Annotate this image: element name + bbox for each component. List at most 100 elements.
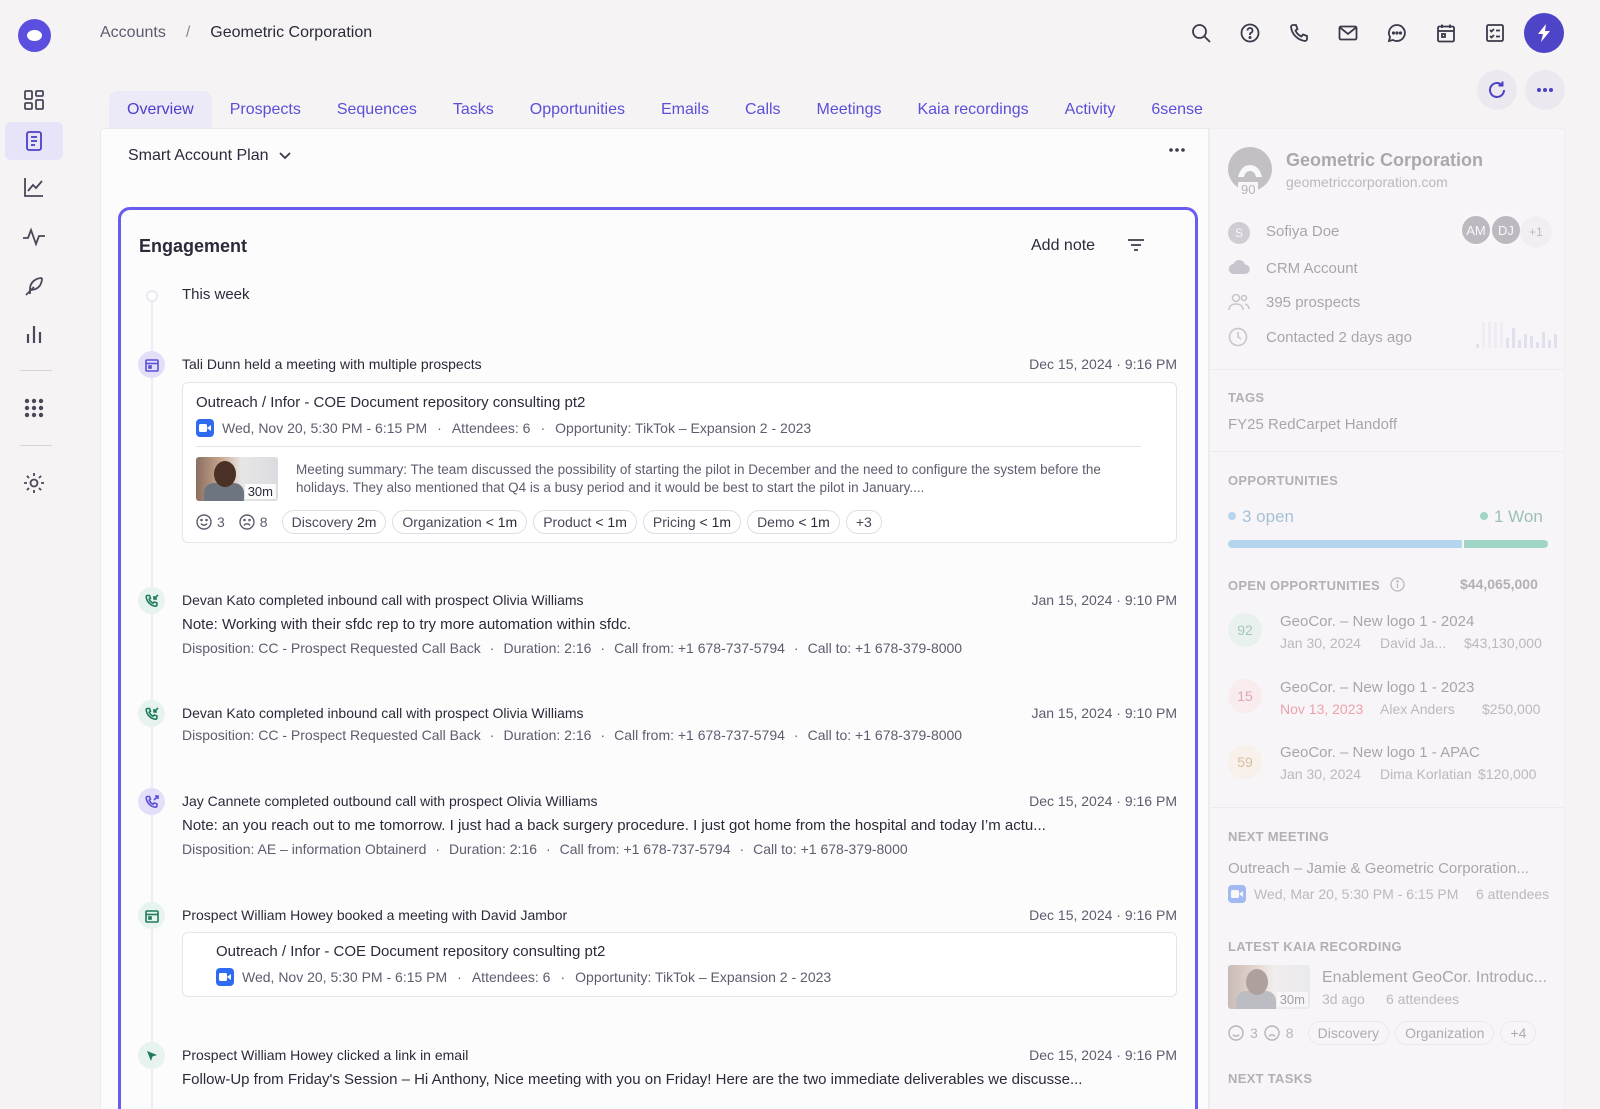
topic-chip[interactable]: Product < 1m: [533, 510, 637, 534]
tab-overview[interactable]: Overview: [109, 91, 212, 129]
tab-kaia-recordings[interactable]: Kaia recordings: [899, 91, 1046, 129]
filter-icon[interactable]: [1127, 238, 1145, 252]
avatar[interactable]: DJ: [1490, 214, 1522, 246]
smart-account-plan-dropdown[interactable]: Smart Account Plan: [128, 147, 291, 165]
avatar[interactable]: AM: [1460, 214, 1492, 246]
recording-thumbnail[interactable]: 30m: [1228, 965, 1310, 1009]
engagement-panel: Engagement Add note This week Tali Dunn …: [118, 207, 1198, 1109]
separator: ·: [457, 969, 462, 985]
opportunity-amount: $250,000: [1482, 701, 1541, 717]
event-time: Jan 15, 2024 · 9:10 PM: [1031, 592, 1177, 608]
refresh-icon[interactable]: [1477, 70, 1517, 110]
plan-selector-label: Smart Account Plan: [128, 147, 269, 164]
topic-chip[interactable]: Organization: [1395, 1021, 1495, 1045]
email-preview[interactable]: Follow-Up from Friday's Session – Hi Ant…: [182, 1071, 1082, 1088]
won-opportunities-count[interactable]: 1 Won: [1494, 507, 1543, 527]
event-title[interactable]: Jay Cannete completed outbound call with…: [182, 793, 598, 809]
opportunity-name[interactable]: GeoCor. – New logo 1 - 2023: [1280, 679, 1474, 696]
opportunity-name[interactable]: GeoCor. – New logo 1 - 2024: [1280, 613, 1474, 630]
call-meta: Disposition: CC - Prospect Requested Cal…: [182, 640, 963, 656]
event-title[interactable]: Devan Kato completed inbound call with p…: [182, 592, 584, 608]
mail-icon[interactable]: [1323, 19, 1372, 47]
meeting-title[interactable]: Outreach / Infor - COE Document reposito…: [216, 943, 605, 960]
topic-chips: 3 8 Discovery 2m Organization < 1m Produ…: [196, 510, 882, 534]
activity-icon[interactable]: [5, 218, 63, 256]
separator: ·: [540, 420, 546, 436]
tab-activity[interactable]: Activity: [1047, 91, 1134, 129]
opportunities-label: OPPORTUNITIES: [1228, 473, 1339, 488]
prospects-count[interactable]: 395 prospects: [1266, 294, 1360, 311]
event-title[interactable]: Devan Kato completed inbound call with p…: [182, 705, 584, 721]
meeting-opportunity[interactable]: Opportunity: TikTok – Expansion 2 - 2023: [555, 420, 811, 436]
info-icon[interactable]: [1390, 577, 1405, 592]
topic-chip[interactable]: Pricing < 1m: [642, 510, 742, 534]
chat-icon[interactable]: [1372, 19, 1421, 47]
owner-name[interactable]: Sofiya Doe: [1266, 223, 1339, 240]
meeting-summary: Meeting summary: The team discussed the …: [296, 462, 1101, 495]
dashboard-icon[interactable]: [5, 81, 63, 119]
account-domain[interactable]: geometriccorporation.com: [1286, 174, 1448, 190]
smile-icon: [1228, 1025, 1244, 1041]
more-options-icon[interactable]: [1525, 70, 1565, 110]
topic-chip[interactable]: Demo < 1m: [747, 510, 840, 534]
settings-icon[interactable]: [5, 464, 63, 502]
opportunity-name[interactable]: GeoCor. – New logo 1 - APAC: [1280, 744, 1480, 761]
tags-label: TAGS: [1228, 390, 1265, 405]
meeting-when: Wed, Nov 20, 5:30 PM - 6:15 PM: [242, 969, 448, 985]
recording-thumbnail[interactable]: 30m: [196, 457, 278, 501]
tab-prospects[interactable]: Prospects: [212, 91, 319, 129]
accounts-icon[interactable]: [5, 122, 63, 160]
topic-value: < 1m: [595, 514, 627, 530]
tab-tasks[interactable]: Tasks: [435, 91, 512, 129]
topic-chip[interactable]: Organization < 1m: [392, 510, 528, 534]
tab-meetings[interactable]: Meetings: [799, 91, 900, 129]
more-topics-chip[interactable]: +3: [845, 510, 882, 534]
tab-emails[interactable]: Emails: [643, 91, 727, 129]
negative-sentiment: 8: [239, 514, 268, 530]
feather-icon[interactable]: [5, 267, 63, 305]
topic-chip[interactable]: Discovery: [1307, 1021, 1390, 1045]
add-note-button[interactable]: Add note: [1031, 237, 1095, 255]
opportunity-date: Jan 30, 2024: [1280, 635, 1361, 651]
cursor-click-icon: [138, 1042, 165, 1069]
topic-chip[interactable]: Discovery 2m: [281, 510, 387, 534]
account-score: 90: [1238, 182, 1259, 197]
next-meeting-title[interactable]: Outreach – Jamie & Geometric Corporation…: [1228, 860, 1529, 877]
chevron-down-icon: [278, 152, 291, 160]
event-title[interactable]: Prospect William Howey booked a meeting …: [182, 907, 567, 923]
open-opportunities-count[interactable]: 3 open: [1242, 507, 1294, 527]
trend-icon[interactable]: [5, 168, 63, 206]
tab-calls[interactable]: Calls: [727, 91, 799, 129]
phone-icon[interactable]: [1274, 19, 1323, 47]
bar-chart-icon[interactable]: [5, 315, 63, 353]
kaia-title[interactable]: Enablement GeoCor. Introduc...: [1322, 969, 1547, 987]
tag[interactable]: FY25 RedCarpet Handoff: [1228, 416, 1397, 433]
apps-grid-icon[interactable]: [5, 389, 63, 427]
event-title[interactable]: Prospect William Howey clicked a link in…: [182, 1047, 468, 1063]
crm-account-link[interactable]: CRM Account: [1266, 260, 1358, 277]
tasks-icon[interactable]: [1470, 19, 1519, 47]
search-icon[interactable]: [1176, 19, 1225, 47]
tab-6sense[interactable]: 6sense: [1133, 91, 1221, 129]
tab-opportunities[interactable]: Opportunities: [512, 91, 643, 129]
help-icon[interactable]: [1225, 19, 1274, 47]
kaia-ago: 3d ago: [1322, 991, 1365, 1007]
breadcrumb-accounts-link[interactable]: Accounts: [100, 24, 166, 42]
event-title[interactable]: Tali Dunn held a meeting with multiple p…: [182, 356, 482, 372]
event-time: Dec 15, 2024 · 9:16 PM: [1029, 356, 1177, 372]
meeting-title[interactable]: Outreach / Infor - COE Document reposito…: [196, 394, 585, 411]
opportunity-amount: $43,130,000: [1464, 635, 1542, 651]
kaia-attendees: 6 attendees: [1386, 991, 1460, 1007]
plan-more-icon[interactable]: [1168, 147, 1186, 153]
lightning-icon[interactable]: [1524, 13, 1564, 53]
meeting-card[interactable]: Outreach / Infor - COE Document reposito…: [182, 932, 1177, 997]
more-avatars[interactable]: +1: [1520, 216, 1552, 248]
app-logo[interactable]: [18, 19, 51, 52]
more-topics-chip[interactable]: +4: [1500, 1021, 1537, 1045]
calendar-icon[interactable]: [1421, 19, 1470, 47]
meeting-opportunity[interactable]: Opportunity: TikTok – Expansion 2 - 2023: [575, 969, 831, 985]
event-time: Dec 15, 2024 · 9:16 PM: [1029, 1047, 1177, 1063]
tab-sequences[interactable]: Sequences: [319, 91, 435, 129]
call-duration: Duration: 2:16: [503, 727, 592, 743]
meeting-card[interactable]: Outreach / Infor - COE Document reposito…: [182, 382, 1177, 543]
